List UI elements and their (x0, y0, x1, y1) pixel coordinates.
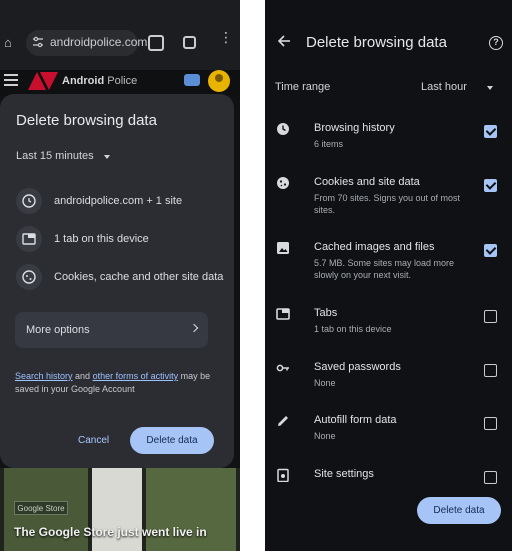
site-logo-text: Android Police (62, 75, 138, 87)
option-browsing-history[interactable]: Browsing history 6 items (265, 122, 512, 172)
checkbox[interactable] (484, 244, 497, 257)
article-headline[interactable]: The Google Store just went live in (14, 525, 207, 539)
checkbox[interactable] (484, 471, 497, 484)
cancel-button[interactable]: Cancel (78, 435, 109, 446)
image-icon (277, 242, 289, 254)
option-name: Site settings (314, 468, 374, 480)
account-activity-note: Search history and other forms of activi… (15, 371, 211, 394)
delete-data-button[interactable]: Delete data (130, 427, 214, 454)
summary-row-text: 1 tab on this device (54, 233, 149, 245)
option-name: Autofill form data (314, 414, 397, 426)
hamburger-menu-icon[interactable] (4, 74, 18, 86)
time-range-label: Time range (275, 81, 331, 93)
option-cookies-site-data[interactable]: Cookies and site data From 70 sites. Sig… (265, 176, 512, 226)
chat-icon[interactable] (184, 74, 200, 86)
home-icon[interactable]: ⌂ (4, 36, 16, 50)
summary-row-text: Cookies, cache and other site data (54, 271, 224, 283)
site-settings-icon[interactable] (32, 36, 44, 48)
option-subtitle: 5.7 MB. Some sites may load more slowly … (314, 258, 455, 280)
left-phone-screen: ⌂ androidpolice.com ⋮ Android Police Del… (0, 0, 240, 551)
option-subtitle: 6 items (314, 139, 344, 149)
option-subtitle: From 70 sites. Signs you out of most sit… (314, 193, 461, 215)
option-name: Cookies and site data (314, 176, 420, 188)
option-subtitle: None (314, 378, 336, 388)
other-activity-link[interactable]: other forms of activity (93, 371, 179, 381)
back-arrow-icon[interactable] (277, 34, 291, 48)
option-name: Tabs (314, 307, 338, 319)
tab-icon (16, 226, 42, 252)
delete-data-button[interactable]: Delete data (417, 497, 501, 524)
delete-browsing-data-dialog: Delete browsing data Last 15 minutes and… (0, 94, 234, 468)
time-range-dropdown[interactable]: Last 15 minutes (16, 150, 94, 162)
more-options-button[interactable]: More options (15, 312, 208, 348)
option-name: Browsing history (314, 122, 395, 134)
android-police-logo-icon (28, 72, 58, 90)
option-name: Saved passwords (314, 361, 401, 373)
more-options-label: More options (26, 324, 90, 336)
option-saved-passwords[interactable]: Saved passwords None (265, 361, 512, 411)
translate-icon[interactable] (148, 35, 164, 51)
article-thumbnail[interactable]: Google Store The Google Store just went … (0, 468, 240, 551)
cookie-icon (16, 264, 42, 290)
history-icon (16, 188, 42, 214)
key-icon (276, 364, 289, 372)
dialog-title: Delete browsing data (16, 112, 157, 129)
option-subtitle: None (314, 431, 336, 441)
site-settings-icon (277, 468, 289, 482)
browser-toolbar: ⌂ androidpolice.com ⋮ (0, 0, 240, 70)
checkbox[interactable] (484, 364, 497, 377)
dropdown-caret-icon[interactable] (104, 155, 110, 159)
chevron-right-icon (189, 323, 199, 333)
tab-switcher-icon[interactable] (183, 36, 196, 49)
tab-icon (276, 308, 290, 320)
dropdown-caret-icon[interactable] (487, 86, 493, 90)
checkbox[interactable] (484, 417, 497, 430)
page-title: Delete browsing data (306, 34, 447, 51)
clock-icon (277, 123, 289, 135)
screenshot-stage: ⌂ androidpolice.com ⋮ Android Police Del… (0, 0, 512, 551)
help-icon[interactable]: ? (489, 36, 503, 50)
overflow-menu-icon[interactable]: ⋮ (219, 30, 233, 44)
account-avatar[interactable] (208, 70, 230, 92)
pencil-icon (278, 416, 288, 426)
summary-row-text: androidpolice.com + 1 site (54, 195, 183, 207)
checkbox[interactable] (484, 125, 497, 138)
option-cached-images[interactable]: Cached images and files 5.7 MB. Some sit… (265, 241, 512, 291)
article-tag: Google Store (14, 501, 68, 515)
checkbox[interactable] (484, 179, 497, 192)
checkbox[interactable] (484, 310, 497, 323)
divider (240, 0, 265, 551)
option-subtitle: 1 tab on this device (314, 324, 392, 334)
time-range-dropdown[interactable]: Last hour (421, 81, 467, 93)
address-bar[interactable]: androidpolice.com (26, 30, 147, 56)
option-tabs[interactable]: Tabs 1 tab on this device (265, 307, 512, 357)
url-text: androidpolice.com (50, 35, 148, 49)
search-history-link[interactable]: Search history (15, 371, 73, 381)
cookie-icon (277, 177, 289, 189)
site-header: Android Police (0, 70, 240, 96)
settings-app-bar: Delete browsing data ? (265, 0, 512, 70)
option-autofill-form-data[interactable]: Autofill form data None (265, 414, 512, 464)
right-phone-screen: Delete browsing data ? Time range Last h… (265, 0, 512, 551)
option-name: Cached images and files (314, 241, 435, 253)
